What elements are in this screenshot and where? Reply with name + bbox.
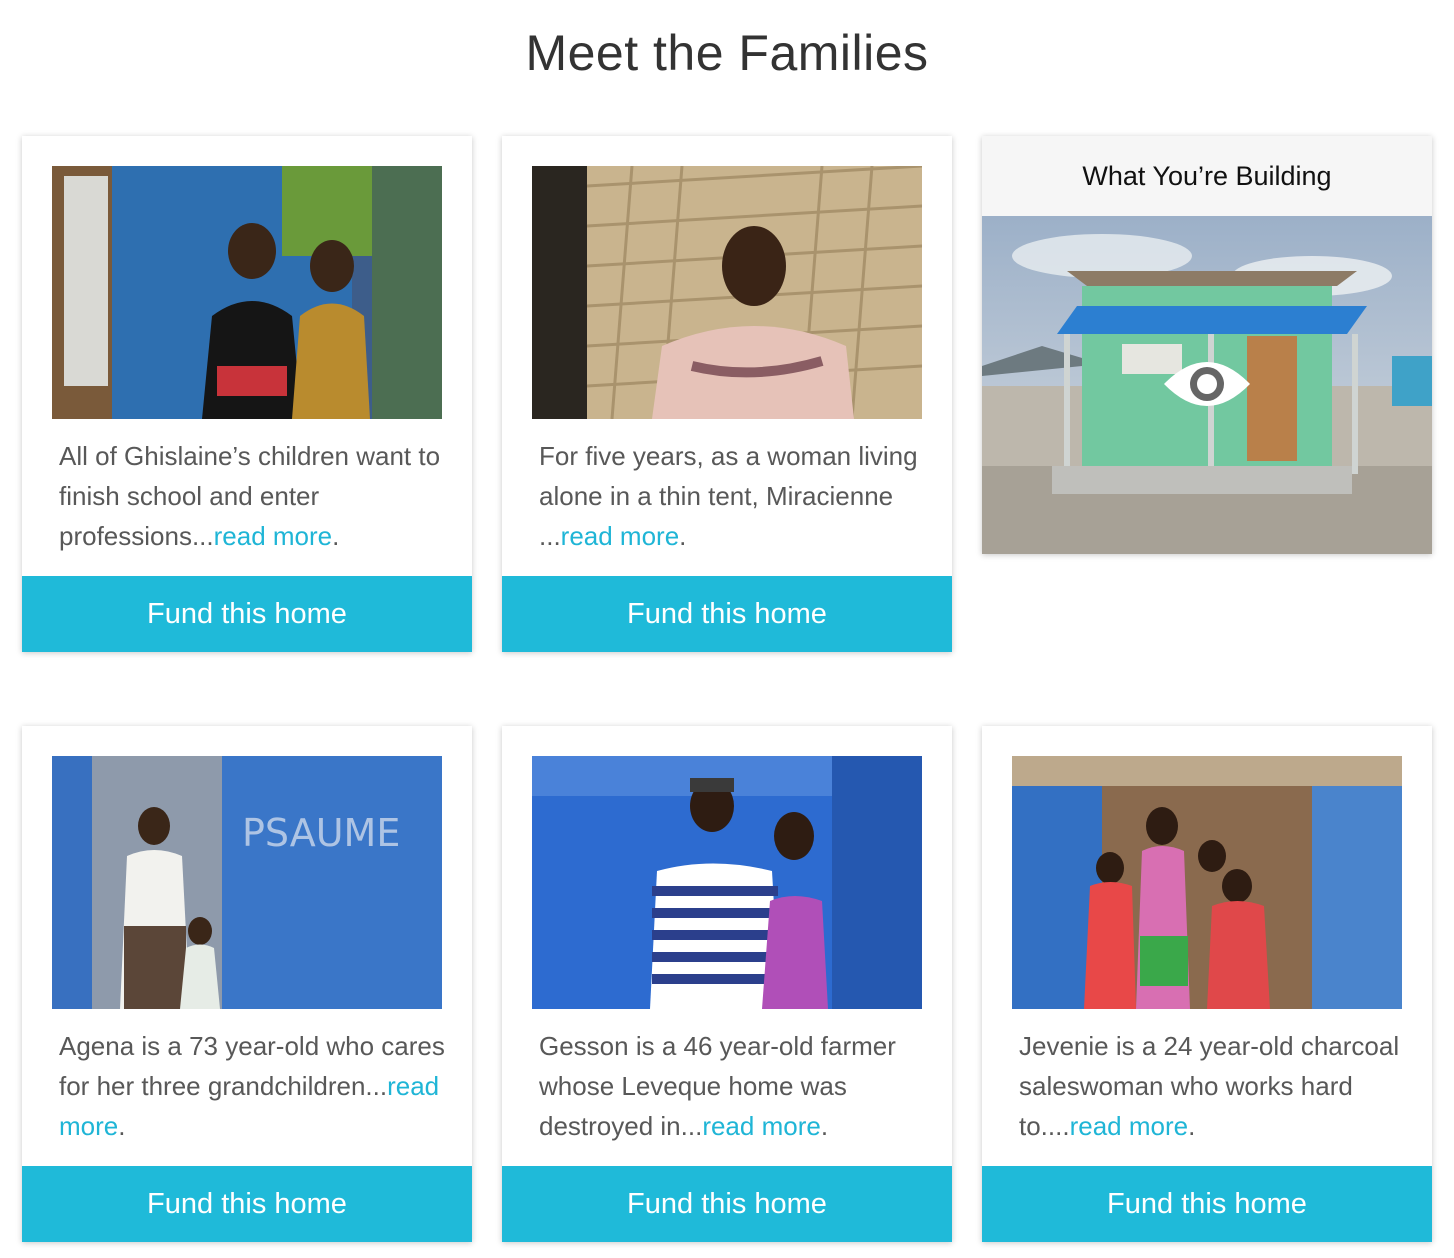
family-card-gesson: Gesson is a 46 year-old farmer whose Lev… (502, 726, 952, 1242)
family-blurb: Agena is a 73 year-old who cares for her… (59, 1026, 449, 1146)
family-card-ghislaine: All of Ghislaine’s children want to fini… (22, 136, 472, 652)
read-more-link[interactable]: read more (702, 1111, 821, 1141)
family-photo-jevenie (1012, 756, 1402, 1009)
eye-icon (1164, 362, 1250, 406)
family-photo-ghislaine (52, 166, 442, 419)
fund-this-home-button[interactable]: Fund this home (502, 1166, 952, 1242)
blurb-period: . (679, 521, 687, 551)
family-blurb: For five years, as a woman living alone … (539, 436, 929, 556)
fund-this-home-button[interactable]: Fund this home (502, 576, 952, 652)
family-blurb: Gesson is a 46 year-old farmer whose Lev… (539, 1026, 929, 1146)
fund-this-home-button[interactable]: Fund this home (22, 1166, 472, 1242)
blurb-period: . (1188, 1111, 1196, 1141)
svg-text:PSAUME: PSAUME (242, 811, 400, 855)
fund-this-home-button[interactable]: Fund this home (22, 576, 472, 652)
house-photo[interactable] (982, 216, 1432, 554)
family-card-jevenie: Jevenie is a 24 year-old charcoal salesw… (982, 726, 1432, 1242)
what-youre-building-card: What You’re Building (982, 136, 1432, 554)
blurb-period: . (118, 1111, 126, 1141)
family-photo-gesson (532, 756, 922, 1009)
fund-this-home-button[interactable]: Fund this home (982, 1166, 1432, 1242)
family-card-miracienne: For five years, as a woman living alone … (502, 136, 952, 652)
family-card-agena: PSAUME Agena is a 73 year-old who cares … (22, 726, 472, 1242)
family-blurb: All of Ghislaine’s children want to fini… (59, 436, 449, 556)
page-title: Meet the Families (525, 25, 929, 81)
read-more-link[interactable]: read more (561, 521, 680, 551)
family-photo-agena: PSAUME (52, 756, 442, 1009)
family-blurb: Jevenie is a 24 year-old charcoal salesw… (1019, 1026, 1409, 1146)
blurb-period: . (332, 521, 340, 551)
blurb-period: . (820, 1111, 829, 1141)
read-more-link[interactable]: read more (1070, 1111, 1189, 1141)
building-title: What You’re Building (1082, 161, 1332, 191)
read-more-link[interactable]: read more (214, 521, 333, 551)
family-photo-miracienne (532, 166, 922, 419)
